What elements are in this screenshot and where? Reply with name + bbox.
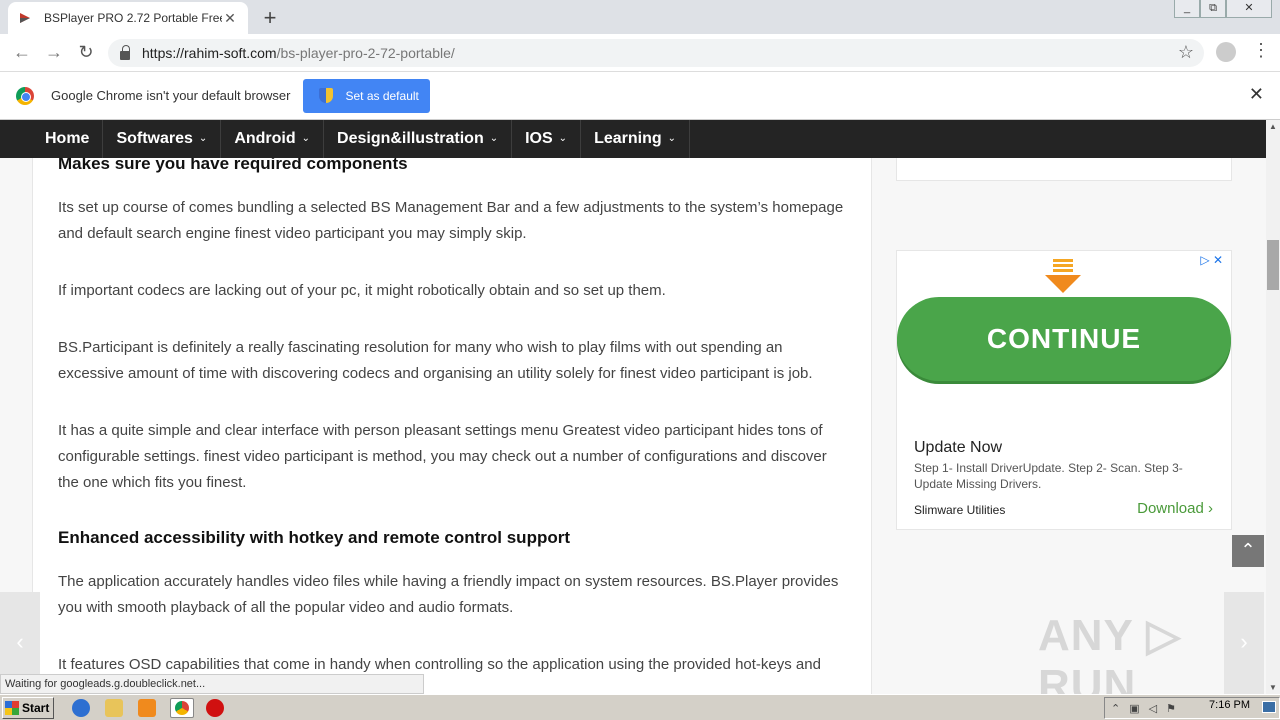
nav-ios-label: IOS bbox=[525, 130, 553, 147]
article-paragraph: If important codecs are lacking out of y… bbox=[58, 282, 666, 299]
windows-taskbar: Start ⌃ ▣ ◁ ⚑ 7:16 PM bbox=[0, 694, 1280, 720]
url-path: /bs-player-pro-2-72-portable/ bbox=[276, 45, 455, 61]
article-content: Makes sure you have required components … bbox=[32, 158, 872, 694]
start-button[interactable]: Start bbox=[2, 697, 54, 719]
infobar-message: Google Chrome isn't your default browser bbox=[51, 88, 291, 103]
address-bar[interactable]: https://rahim-soft.com/bs-player-pro-2-7… bbox=[108, 39, 1204, 67]
chevron-down-icon: ⌄ bbox=[558, 133, 568, 144]
url-host: https://rahim-soft.com bbox=[142, 45, 277, 61]
tray-expand-icon[interactable]: ⌃ bbox=[1111, 702, 1120, 715]
profile-avatar-icon[interactable] bbox=[1216, 42, 1236, 62]
ad-description: Step 1- Install DriverUpdate. Step 2- Sc… bbox=[914, 461, 1183, 491]
chrome-logo-icon bbox=[16, 86, 34, 105]
arrow-down-icon bbox=[1045, 259, 1081, 293]
scroll-up-icon[interactable]: ▲ bbox=[1269, 122, 1277, 131]
nav-design-illustration[interactable]: Design&illustration ⌄ bbox=[324, 120, 513, 158]
nav-ios[interactable]: IOS ⌄ bbox=[512, 120, 582, 158]
network-icon[interactable]: ▣ bbox=[1129, 702, 1139, 715]
ad-title[interactable]: Update Now bbox=[914, 439, 1002, 457]
article-paragraph: BS.Participant is definitely a really fa… bbox=[58, 339, 813, 382]
tab-strip: BSPlayer PRO 2.72 Portable Free Do ✕ + _… bbox=[0, 0, 1280, 34]
bookmark-star-icon[interactable]: ☆ bbox=[1178, 42, 1194, 63]
site-favicon-icon bbox=[18, 11, 32, 25]
system-tray: ⌃ ▣ ◁ ⚑ bbox=[1104, 697, 1280, 719]
show-desktop-icon[interactable] bbox=[1262, 701, 1276, 713]
vertical-scrollbar[interactable]: ▲ ▼ bbox=[1266, 120, 1280, 694]
browser-tab[interactable]: BSPlayer PRO 2.72 Portable Free Do ✕ bbox=[8, 2, 248, 34]
forward-button[interactable]: → bbox=[38, 42, 70, 63]
sidebar-widget bbox=[896, 158, 1232, 181]
anyrun-watermark: ANY ▷ RUN bbox=[1038, 611, 1182, 694]
ie-icon[interactable] bbox=[72, 699, 90, 717]
chrome-taskbar-button[interactable] bbox=[170, 698, 194, 718]
window-close-button[interactable]: ✕ bbox=[1226, 0, 1272, 18]
chevron-down-icon: ⌄ bbox=[301, 133, 311, 144]
chevron-down-icon: ⌄ bbox=[667, 133, 677, 144]
nav-android-label: Android bbox=[234, 130, 296, 147]
set-as-default-button[interactable]: Set as default bbox=[303, 78, 431, 113]
minimize-button[interactable]: _ bbox=[1174, 0, 1200, 18]
nav-home[interactable]: Home bbox=[32, 120, 104, 158]
scroll-down-icon[interactable]: ▼ bbox=[1269, 683, 1277, 692]
maximize-button[interactable]: ⧉ bbox=[1200, 0, 1226, 18]
article-paragraph: Its set up course of comes bundling a se… bbox=[58, 199, 844, 242]
antivirus-icon[interactable] bbox=[206, 699, 224, 717]
section-heading: Enhanced accessibility with hotkey and r… bbox=[58, 528, 570, 547]
new-tab-button[interactable]: + bbox=[258, 5, 282, 31]
article-paragraph: The application accurately handles video… bbox=[58, 573, 839, 616]
nav-home-label: Home bbox=[45, 130, 90, 147]
nav-learning-label: Learning bbox=[594, 130, 662, 147]
page-viewport: Home Softwares ⌄ Android ⌄ Design&illustra… bbox=[0, 120, 1266, 694]
nav-softwares-label: Softwares bbox=[116, 130, 193, 147]
lock-icon bbox=[120, 44, 130, 60]
taskbar-clock[interactable]: 7:16 PM bbox=[1209, 699, 1250, 711]
tab-close-icon[interactable]: ✕ bbox=[222, 10, 238, 27]
windows-logo-icon bbox=[5, 701, 19, 715]
section-heading: Makes sure you have required components bbox=[58, 158, 408, 173]
status-bar: Waiting for googleads.g.doubleclick.net.… bbox=[0, 674, 424, 694]
media-player-icon[interactable] bbox=[138, 699, 156, 717]
ad-continue-button[interactable]: CONTINUE bbox=[897, 297, 1231, 381]
nav-android[interactable]: Android ⌄ bbox=[221, 120, 325, 158]
site-navigation: Home Softwares ⌄ Android ⌄ Design&illustra… bbox=[0, 120, 1266, 158]
browser-toolbar: ← → ↻ https://rahim-soft.com/bs-player-p… bbox=[0, 34, 1280, 72]
ad-brand: Slimware Utilities bbox=[914, 503, 1006, 517]
scroll-thumb[interactable] bbox=[1267, 240, 1279, 290]
back-button[interactable]: ← bbox=[6, 42, 38, 63]
adchoices-icon[interactable]: ▷ ✕ bbox=[1200, 253, 1223, 267]
folder-icon[interactable] bbox=[105, 699, 123, 717]
browser-menu-icon[interactable]: ⋮ bbox=[1252, 40, 1270, 61]
chevron-down-icon: ⌄ bbox=[489, 133, 499, 144]
tab-title: BSPlayer PRO 2.72 Portable Free Do bbox=[44, 11, 222, 25]
nav-design-label: Design&illustration bbox=[337, 130, 484, 147]
advertisement[interactable]: ▷ ✕ CONTINUE Update Now Step 1- Install … bbox=[896, 250, 1232, 530]
volume-icon[interactable]: ◁ bbox=[1149, 702, 1157, 715]
shield-icon bbox=[319, 88, 334, 103]
window-controls: _ ⧉ ✕ bbox=[1174, 0, 1272, 18]
back-to-top-button[interactable]: ⌃ bbox=[1232, 535, 1264, 567]
infobar-close-icon[interactable]: ✕ bbox=[1249, 84, 1264, 105]
ad-download-link[interactable]: Download › bbox=[1137, 500, 1213, 517]
start-label: Start bbox=[22, 701, 50, 715]
article-paragraph: It has a quite simple and clear interfac… bbox=[58, 422, 827, 491]
nav-learning[interactable]: Learning ⌄ bbox=[581, 120, 691, 158]
default-browser-infobar: Google Chrome isn't your default browser… bbox=[0, 72, 1280, 120]
set-as-default-label: Set as default bbox=[345, 88, 419, 103]
nav-softwares[interactable]: Softwares ⌄ bbox=[103, 120, 222, 158]
reload-button[interactable]: ↻ bbox=[70, 42, 102, 63]
chevron-down-icon: ⌄ bbox=[198, 133, 208, 144]
flag-icon[interactable]: ⚑ bbox=[1166, 702, 1176, 715]
